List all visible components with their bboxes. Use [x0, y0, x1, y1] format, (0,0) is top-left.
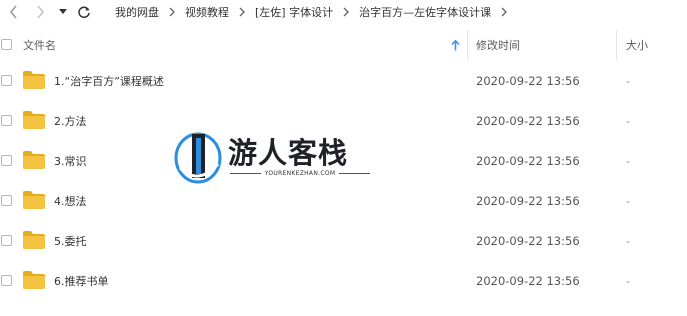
folder-icon: [23, 151, 45, 169]
row-checkbox[interactable]: [1, 195, 12, 206]
column-header-modified[interactable]: 修改时间: [476, 30, 616, 60]
file-name[interactable]: 5.委托: [54, 221, 87, 261]
file-modified: 2020-09-22 13:56: [476, 194, 580, 208]
chevron-right-icon: [233, 7, 251, 17]
file-name[interactable]: 3.常识: [54, 141, 87, 181]
folder-icon: [23, 71, 45, 89]
breadcrumb-item[interactable]: [左佐] 字体设计: [251, 4, 337, 20]
refresh-icon[interactable]: [75, 3, 93, 21]
file-modified: 2020-09-22 13:56: [476, 154, 580, 168]
row-checkbox[interactable]: [1, 155, 12, 166]
column-header-size[interactable]: 大小: [626, 30, 682, 60]
folder-icon: [23, 191, 45, 209]
file-modified: 2020-09-22 13:56: [476, 234, 580, 248]
file-modified: 2020-09-22 13:56: [476, 274, 580, 288]
column-header-size-label: 大小: [626, 39, 648, 52]
file-row[interactable]: 2.方法 2020-09-22 13:56 -: [0, 101, 687, 141]
forward-arrow-icon[interactable]: [33, 3, 47, 21]
row-checkbox[interactable]: [1, 275, 12, 286]
row-checkbox[interactable]: [1, 75, 12, 86]
address-bar: 我的网盘 视频教程 [左佐] 字体设计 治字百方—左佐字体设计课: [0, 0, 687, 24]
column-header: 文件名 修改时间 大小: [0, 30, 687, 60]
file-name[interactable]: 6.推荐书单: [54, 261, 109, 301]
file-size: -: [626, 194, 630, 208]
sort-ascending-icon[interactable]: [451, 30, 460, 60]
breadcrumb: 我的网盘 视频教程 [左佐] 字体设计 治字百方—左佐字体设计课: [111, 0, 513, 24]
chevron-right-icon: [495, 7, 513, 17]
folder-icon: [23, 111, 45, 129]
file-name[interactable]: 1.“治字百方”课程概述: [54, 61, 164, 101]
column-divider[interactable]: [467, 30, 468, 60]
select-all-checkbox[interactable]: [1, 39, 12, 50]
file-size: -: [626, 114, 630, 128]
folder-icon: [23, 271, 45, 289]
column-header-modified-label: 修改时间: [476, 39, 520, 52]
breadcrumb-item[interactable]: 我的网盘: [111, 4, 163, 20]
column-header-name-label: 文件名: [23, 39, 56, 52]
file-size: -: [626, 154, 630, 168]
file-row[interactable]: 4.想法 2020-09-22 13:56 -: [0, 181, 687, 221]
breadcrumb-item[interactable]: 治字百方—左佐字体设计课: [355, 4, 495, 20]
chevron-right-icon: [163, 7, 181, 17]
row-checkbox[interactable]: [1, 235, 12, 246]
folder-icon: [23, 231, 45, 249]
file-modified: 2020-09-22 13:56: [476, 74, 580, 88]
column-divider[interactable]: [616, 30, 617, 60]
breadcrumb-item[interactable]: 视频教程: [181, 4, 233, 20]
row-checkbox[interactable]: [1, 115, 12, 126]
file-modified: 2020-09-22 13:56: [476, 114, 580, 128]
chevron-right-icon: [337, 7, 355, 17]
history-dropdown-icon[interactable]: [57, 3, 69, 21]
file-row[interactable]: 5.委托 2020-09-22 13:56 -: [0, 221, 687, 261]
file-row[interactable]: 6.推荐书单 2020-09-22 13:56 -: [0, 261, 687, 301]
back-arrow-icon[interactable]: [6, 3, 20, 21]
column-header-name[interactable]: 文件名: [23, 30, 463, 60]
file-name[interactable]: 4.想法: [54, 181, 87, 221]
file-row[interactable]: 1.“治字百方”课程概述 2020-09-22 13:56 -: [0, 61, 687, 101]
file-size: -: [626, 234, 630, 248]
file-size: -: [626, 74, 630, 88]
file-name[interactable]: 2.方法: [54, 101, 87, 141]
file-size: -: [626, 274, 630, 288]
file-row[interactable]: 3.常识 2020-09-22 13:56 -: [0, 141, 687, 181]
